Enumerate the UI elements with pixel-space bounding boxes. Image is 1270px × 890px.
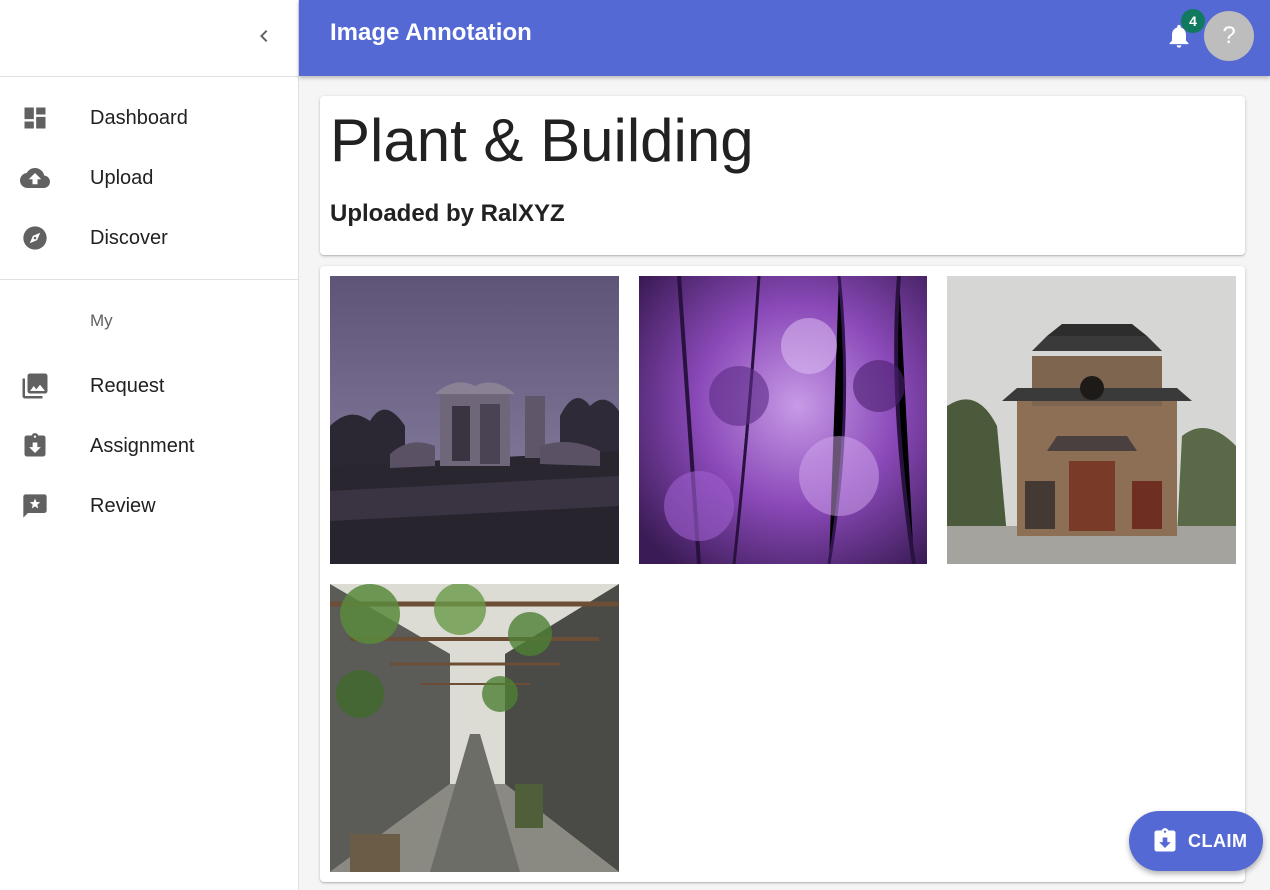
sidebar-item-assignment[interactable]: Assignment bbox=[0, 416, 298, 476]
uploader-label: Uploaded by RalXYZ bbox=[330, 200, 565, 227]
sidebar-item-label: Request bbox=[90, 374, 165, 397]
sidebar-item-dashboard[interactable]: Dashboard bbox=[0, 88, 298, 148]
image-thumbnail-tower[interactable] bbox=[947, 276, 1236, 564]
assignment-return-icon bbox=[1151, 827, 1179, 855]
dashboard-icon bbox=[20, 103, 50, 133]
sidebar-item-discover[interactable]: Discover bbox=[0, 208, 298, 268]
main-nav: Dashboard Upload Discover bbox=[0, 77, 298, 268]
photo-library-icon bbox=[20, 371, 50, 401]
sidebar-item-upload[interactable]: Upload bbox=[0, 148, 298, 208]
sidebar-item-review[interactable]: Review bbox=[0, 476, 298, 536]
sidebar-section-header: My bbox=[0, 280, 298, 356]
image-thumbnail-ruins[interactable] bbox=[330, 276, 619, 564]
app-title: Image Annotation bbox=[330, 19, 532, 46]
sidebar-item-label: Dashboard bbox=[90, 106, 188, 129]
claim-button-label: CLAIM bbox=[1188, 831, 1248, 851]
sidebar-item-label: Review bbox=[90, 494, 156, 517]
claim-button[interactable]: CLAIM bbox=[1129, 811, 1263, 871]
chevron-left-icon[interactable] bbox=[252, 24, 276, 48]
sidebar: Dashboard Upload Discover My Request Ass… bbox=[0, 0, 299, 890]
rate-review-icon bbox=[20, 491, 50, 521]
section-label: My bbox=[90, 311, 113, 330]
notification-badge: 4 bbox=[1181, 9, 1205, 33]
sidebar-header bbox=[0, 0, 298, 77]
image-grid-card bbox=[320, 266, 1245, 882]
cloud-upload-icon bbox=[20, 163, 50, 193]
compass-icon bbox=[20, 223, 50, 253]
sidebar-item-label: Discover bbox=[90, 226, 168, 249]
assignment-return-icon bbox=[20, 431, 50, 461]
sidebar-item-label: Upload bbox=[90, 166, 154, 189]
sidebar-item-request[interactable]: Request bbox=[0, 356, 298, 416]
image-thumbnail-forest[interactable] bbox=[639, 276, 927, 564]
image-thumbnail-alley[interactable] bbox=[330, 584, 619, 872]
sidebar-item-label: Assignment bbox=[90, 434, 195, 457]
app-bar: Image Annotation 4 ? bbox=[299, 0, 1270, 76]
album-header-card: Plant & Building Uploaded by RalXYZ bbox=[320, 96, 1245, 255]
avatar[interactable]: ? bbox=[1204, 11, 1254, 61]
page-title: Plant & Building bbox=[330, 107, 754, 174]
my-nav: Request Assignment Review bbox=[0, 356, 298, 536]
